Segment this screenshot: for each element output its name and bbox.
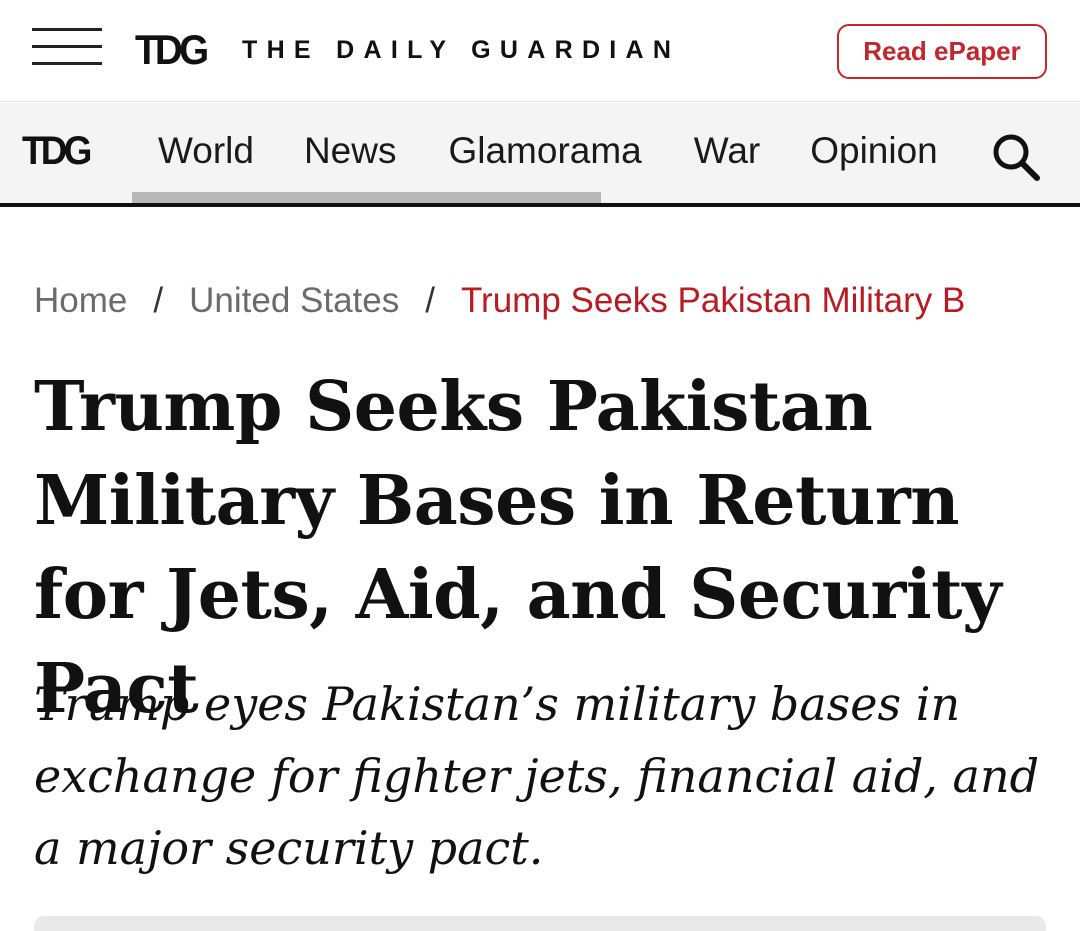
- breadcrumb-category[interactable]: United States: [189, 281, 399, 320]
- nav-scrollbar[interactable]: [132, 192, 601, 203]
- nav-items: World News Glamorama War Opinion: [158, 128, 938, 174]
- menu-icon-bar: [32, 45, 102, 48]
- article-subheadline: Trump eyes Pakistan’s military bases in …: [34, 677, 1040, 875]
- nav-item-glamorama[interactable]: Glamorama: [448, 128, 641, 174]
- site-header: TDG THE DAILY GUARDIAN Read ePaper: [0, 0, 1080, 102]
- nav-item-world[interactable]: World: [158, 128, 254, 174]
- brand-logo[interactable]: TDG: [135, 26, 209, 74]
- brand-name[interactable]: THE DAILY GUARDIAN: [242, 35, 680, 65]
- breadcrumb-current: Trump Seeks Pakistan Military B: [460, 281, 966, 320]
- nav-item-news[interactable]: News: [304, 128, 397, 174]
- menu-icon-bar: [32, 62, 102, 65]
- menu-icon[interactable]: [32, 28, 102, 66]
- read-epaper-button[interactable]: Read ePaper: [837, 24, 1047, 79]
- breadcrumb-home[interactable]: Home: [34, 281, 127, 320]
- nav-item-opinion[interactable]: Opinion: [810, 128, 938, 174]
- breadcrumb: Home / United States / Trump Seeks Pakistan …: [34, 279, 1046, 323]
- featured-image: [34, 916, 1046, 931]
- search-icon[interactable]: [990, 131, 1042, 183]
- menu-icon-bar: [32, 28, 102, 31]
- nav-item-war[interactable]: War: [694, 128, 760, 174]
- main-navigation: TDG World News Glamorama War Opinion: [0, 103, 1080, 207]
- breadcrumb-separator: /: [425, 281, 435, 320]
- nav-logo[interactable]: TDG: [22, 128, 92, 174]
- breadcrumb-separator: /: [153, 281, 164, 320]
